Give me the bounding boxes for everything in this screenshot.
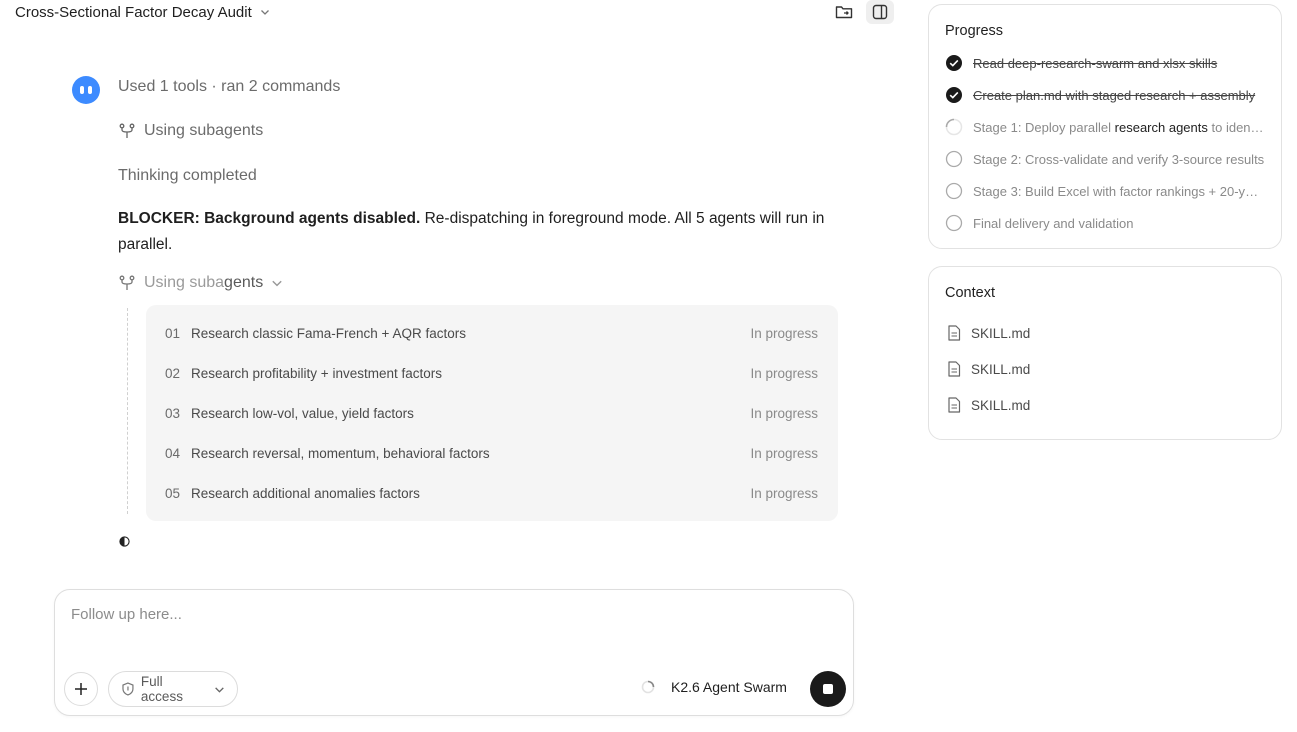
chevron-down-icon	[272, 280, 282, 287]
thinking-text: Thinking completed	[118, 167, 257, 184]
task-label: Research profitability + investment fact…	[191, 365, 442, 381]
composer: Follow up here... Full access K2.6 Agent…	[54, 589, 854, 716]
avatar-eye	[88, 86, 92, 94]
context-file-name: SKILL.md	[971, 397, 1031, 413]
spinner-icon	[945, 118, 963, 136]
header-actions	[830, 0, 894, 24]
check-circle-icon	[946, 87, 962, 103]
stop-button[interactable]	[810, 671, 846, 707]
blocker-heading: BLOCKER: Background agents disabled.	[118, 210, 421, 227]
add-attachment-button[interactable]	[64, 672, 98, 706]
task-status: In progress	[750, 325, 818, 341]
subagents-label: Using subagents	[144, 122, 264, 139]
progress-item[interactable]: Stage 1: Deploy parallel research agents…	[945, 117, 1265, 137]
task-label: Research low-vol, value, yield factors	[191, 405, 414, 421]
sidebar-panel-icon	[872, 4, 888, 20]
tools-summary[interactable]: Used 1 tools · ran 2 commands	[118, 78, 340, 96]
context-title: Context	[945, 285, 995, 301]
task-label: Research additional anomalies factors	[191, 485, 420, 501]
app-window: Cross-Sectional Factor Decay Audit Used …	[0, 0, 1297, 732]
page-title: Cross-Sectional Factor Decay Audit	[15, 3, 252, 21]
context-file[interactable]: SKILL.md	[947, 397, 1030, 413]
subagents-label-2: Using subagents	[144, 274, 264, 291]
task-number: 03	[165, 405, 181, 421]
subagent-task-list: 01 Research classic Fama-French + AQR fa…	[146, 305, 838, 521]
model-label: K2.6 Agent Swarm	[671, 679, 787, 695]
task-label: Research reversal, momentum, behavioral …	[191, 445, 490, 461]
access-mode-dropdown[interactable]: Full access	[108, 671, 238, 707]
thinking-status[interactable]: Thinking completed	[118, 167, 257, 185]
progress-item[interactable]: Final delivery and validation	[945, 213, 1265, 233]
progress-item[interactable]: Create plan.md with staged research + as…	[945, 85, 1265, 105]
progress-panel: Progress Read deep-research-swarm and xl…	[928, 4, 1282, 249]
blocker-message: BLOCKER: Background agents disabled. Re-…	[118, 206, 838, 258]
spinner-icon	[641, 680, 655, 694]
task-row[interactable]: 04 Research reversal, momentum, behavior…	[146, 433, 838, 473]
task-row[interactable]: 05 Research additional anomalies factors…	[146, 473, 838, 513]
progress-item[interactable]: Stage 2: Cross-validate and verify 3-sou…	[945, 149, 1265, 169]
model-selector[interactable]: K2.6 Agent Swarm	[641, 679, 787, 695]
task-status: In progress	[750, 445, 818, 461]
subagents-expander[interactable]: Using subagents	[118, 274, 283, 292]
task-row[interactable]: 03 Research low-vol, value, yield factor…	[146, 393, 838, 433]
shield-icon	[122, 682, 134, 696]
thread-connector	[127, 308, 128, 514]
conversation-title[interactable]: Cross-Sectional Factor Decay Audit	[15, 2, 270, 22]
task-number: 02	[165, 365, 181, 381]
stop-icon	[823, 684, 833, 694]
task-status: In progress	[750, 485, 818, 501]
open-folder-button[interactable]	[830, 0, 858, 24]
task-number: 01	[165, 325, 181, 341]
progress-item-text: Read deep-research-swarm and xlsx skills	[973, 55, 1218, 71]
context-file-name: SKILL.md	[971, 361, 1031, 377]
loading-indicator-icon	[119, 536, 130, 547]
task-row[interactable]: 01 Research classic Fama-French + AQR fa…	[146, 313, 838, 353]
follow-up-input[interactable]: Follow up here...	[71, 606, 182, 623]
toggle-panel-button[interactable]	[866, 0, 894, 24]
context-panel: Context SKILL.md SKILL.md SKILL.md	[928, 266, 1282, 440]
chevron-down-icon	[215, 686, 224, 693]
context-file[interactable]: SKILL.md	[947, 361, 1030, 377]
check-circle-icon	[946, 55, 962, 71]
subagents-step[interactable]: Using subagents	[118, 122, 263, 140]
access-mode-label: Full access	[140, 674, 183, 704]
task-number: 04	[165, 445, 181, 461]
context-file-name: SKILL.md	[971, 325, 1031, 341]
subagents-icon	[119, 123, 135, 138]
progress-item-text: Stage 3: Build Excel with factor ranking…	[973, 183, 1265, 199]
progress-item-text: Final delivery and validation	[973, 215, 1134, 231]
task-status: In progress	[750, 365, 818, 381]
avatar-eye	[80, 86, 84, 94]
progress-item[interactable]: Stage 3: Build Excel with factor ranking…	[945, 181, 1265, 201]
assistant-avatar	[72, 76, 100, 104]
file-icon	[948, 361, 961, 377]
empty-circle-icon	[945, 214, 963, 232]
file-icon	[948, 397, 961, 413]
task-row[interactable]: 02 Research profitability + investment f…	[146, 353, 838, 393]
progress-item-text: Stage 2: Cross-validate and verify 3-sou…	[973, 151, 1265, 167]
progress-title: Progress	[945, 23, 1004, 39]
progress-item[interactable]: Read deep-research-swarm and xlsx skills	[945, 53, 1265, 73]
empty-circle-icon	[945, 150, 963, 168]
empty-circle-icon	[945, 182, 963, 200]
chevron-down-icon	[260, 10, 269, 15]
context-file[interactable]: SKILL.md	[947, 325, 1030, 341]
task-label: Research classic Fama-French + AQR facto…	[191, 325, 466, 341]
progress-item-text: Create plan.md with staged research + as…	[973, 87, 1256, 103]
file-icon	[948, 325, 961, 341]
subagents-icon	[119, 275, 135, 290]
plus-icon	[75, 683, 87, 695]
task-number: 05	[165, 485, 181, 501]
folder-icon	[835, 6, 853, 19]
progress-item-text: Stage 1: Deploy parallel research agents…	[973, 119, 1265, 135]
tools-summary-text: Used 1 tools · ran 2 commands	[118, 78, 341, 95]
task-status: In progress	[750, 405, 818, 421]
